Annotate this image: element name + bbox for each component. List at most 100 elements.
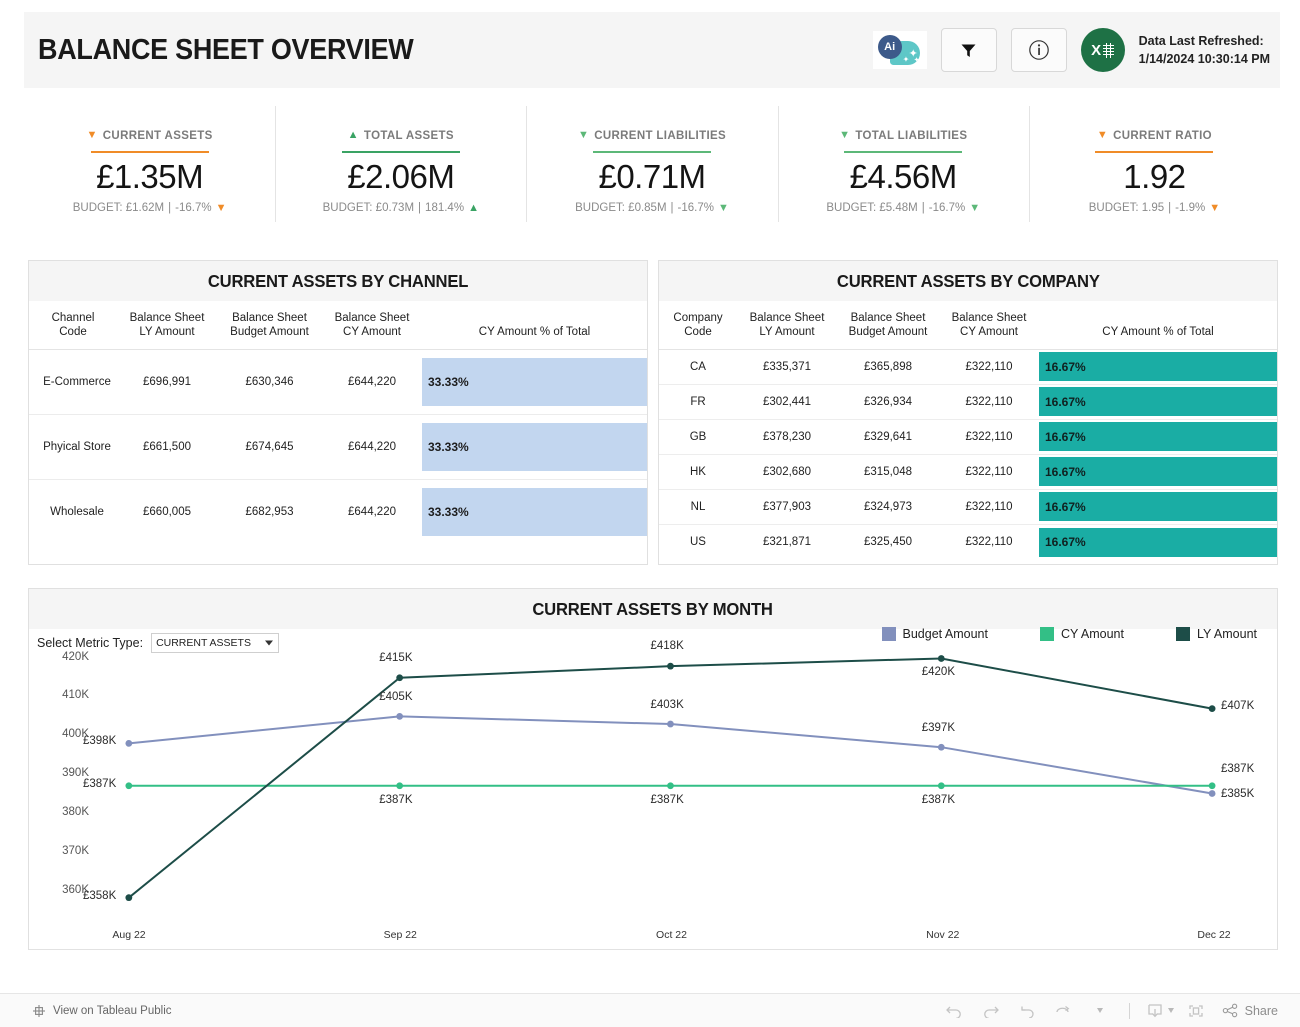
redo-button[interactable] xyxy=(975,998,1007,1024)
legend-label: CY Amount xyxy=(1060,627,1124,641)
table-row[interactable]: Phyical Store £661,500 £674,645 £644,220 33.… xyxy=(29,413,647,480)
chart-legend: Budget Amount CY Amount LY Amount xyxy=(881,627,1257,641)
cell-ly-amount: £321,871 xyxy=(737,523,837,560)
series-point[interactable] xyxy=(667,662,674,670)
pct-bar: 16.67% xyxy=(1039,527,1277,557)
cell-pct-of-total: 16.67% xyxy=(1039,488,1277,525)
legend-item[interactable]: LY Amount xyxy=(1176,627,1257,641)
series-point[interactable] xyxy=(1208,782,1216,790)
table-row[interactable]: GB £378,230 £329,641 £322,110 16.67% xyxy=(659,418,1277,455)
cell-company-code: GB xyxy=(659,418,737,455)
filter-button[interactable] xyxy=(940,28,997,72)
fullscreen-button[interactable] xyxy=(1180,998,1212,1024)
y-axis-tick: 380K xyxy=(62,805,89,818)
kpi-value: £1.35M xyxy=(96,157,204,195)
series-point[interactable] xyxy=(937,743,945,751)
download-button[interactable] xyxy=(1144,998,1176,1024)
cell-channel-code: E-Commerce xyxy=(29,348,117,415)
cell-budget-amount: £324,973 xyxy=(837,488,939,525)
cell-budget-amount: £326,934 xyxy=(837,383,939,420)
info-button[interactable] xyxy=(1010,28,1067,72)
chevron-down-icon xyxy=(1168,1008,1175,1013)
kpi-label: TOTAL ASSETS xyxy=(348,130,454,142)
current-assets-by-channel-panel: CURRENT ASSETS BY CHANNEL Channel Code Bal… xyxy=(28,260,648,565)
share-icon xyxy=(1222,1003,1237,1018)
cell-cy-amount: £644,220 xyxy=(322,413,422,480)
cell-company-code: CA xyxy=(659,348,737,385)
excel-grid-icon xyxy=(1103,42,1115,58)
legend-swatch xyxy=(1039,627,1054,641)
table-row[interactable]: HK £302,680 £315,048 £322,110 16.67% xyxy=(659,453,1277,490)
undo-icon xyxy=(946,1006,961,1018)
refresh-icon xyxy=(1056,1005,1070,1013)
table-row[interactable]: US £321,871 £325,450 £322,110 16.67% xyxy=(659,523,1277,560)
cell-channel-code: Wholesale xyxy=(29,478,117,545)
column-header: CY Amount % of Total xyxy=(478,326,591,339)
series-point[interactable] xyxy=(937,655,945,662)
series-point[interactable] xyxy=(667,720,674,728)
series-point[interactable] xyxy=(396,674,404,682)
kpi-budget: BUDGET: £0.85M xyxy=(575,202,667,215)
table-row[interactable]: Wholesale £660,005 £682,953 £644,220 33.33% xyxy=(29,478,647,545)
kpi-label: TOTAL LIABILITIES xyxy=(839,130,967,142)
column-header: Balance Sheet Budget Amount xyxy=(230,312,309,339)
tableau-link-label: View on Tableau Public xyxy=(53,1004,172,1017)
data-point-label: £405K xyxy=(379,690,413,703)
kpi-budget: BUDGET: £5.48M xyxy=(826,202,918,215)
share-button[interactable]: Share xyxy=(1216,1003,1278,1018)
trend-down-icon xyxy=(839,130,850,141)
funnel-icon xyxy=(961,44,976,57)
kpi-accent-rule xyxy=(1095,150,1214,153)
data-point-label: £403K xyxy=(650,698,684,711)
series-point[interactable] xyxy=(125,894,133,902)
metric-type-select[interactable]: CURRENT ASSETS xyxy=(151,633,280,653)
table-row[interactable]: NL £377,903 £324,973 £322,110 16.67% xyxy=(659,488,1277,525)
series-point[interactable] xyxy=(125,739,133,747)
refresh-label: Data Last Refreshed: xyxy=(1138,33,1264,48)
undo-button[interactable] xyxy=(939,998,971,1024)
refresh-button[interactable] xyxy=(1047,998,1079,1024)
column-header: Company Code xyxy=(673,312,723,339)
cell-company-code: NL xyxy=(659,488,737,525)
kpi-value: £0.71M xyxy=(598,157,706,195)
ai-assistant-icon[interactable]: Ai ✦ ✦ ✦ xyxy=(872,31,927,69)
column-header: Balance Sheet Budget Amount xyxy=(848,312,928,339)
series-point[interactable] xyxy=(667,782,674,790)
series-point[interactable] xyxy=(937,782,945,790)
kpi-delta: -16.7% xyxy=(175,202,212,215)
kpi-delta: -1.9% xyxy=(1175,202,1206,215)
month-panel-header: CURRENT ASSETS BY MONTH xyxy=(29,589,1277,629)
series-point[interactable] xyxy=(1208,705,1216,712)
revert-button[interactable] xyxy=(1011,998,1043,1024)
excel-export-button[interactable]: X xyxy=(1080,28,1125,72)
kpi-accent-rule xyxy=(90,150,209,153)
series-point[interactable] xyxy=(125,782,133,790)
trend-down-icon xyxy=(578,130,589,141)
pct-bar-label: 16.67% xyxy=(1045,429,1086,444)
cell-budget-amount: £365,898 xyxy=(837,348,939,385)
pause-updates-dropdown[interactable] xyxy=(1083,998,1115,1024)
kpi-summary-row: CURRENT ASSETS£1.35MBUDGET: £1.62M|-16.7… xyxy=(24,104,1280,234)
table-row[interactable]: FR £302,441 £326,934 £322,110 16.67% xyxy=(659,383,1277,420)
table-row[interactable]: E-Commerce £696,991 £630,346 £644,220 33.33% xyxy=(29,348,647,415)
series-point[interactable] xyxy=(1208,790,1216,797)
data-point-label: £358K xyxy=(83,890,117,903)
legend-item[interactable]: CY Amount xyxy=(1039,627,1124,641)
view-on-tableau-public-link[interactable]: View on Tableau Public xyxy=(32,1004,172,1018)
chevron-down-icon xyxy=(265,640,274,646)
legend-item[interactable]: Budget Amount xyxy=(881,627,988,641)
cell-budget-amount: £315,048 xyxy=(837,453,939,490)
table-row[interactable]: CA £335,371 £365,898 £322,110 16.67% xyxy=(659,348,1277,385)
series-point[interactable] xyxy=(396,712,404,720)
kpi-card-total-assets: TOTAL ASSETS £2.06M BUDGET: £0.73M|181.4% xyxy=(275,104,526,234)
series-point[interactable] xyxy=(396,782,404,790)
trend-up-icon xyxy=(348,130,359,141)
chart-series-svg xyxy=(125,655,1216,902)
cell-cy-amount: £322,110 xyxy=(939,488,1039,525)
data-point-label: £387K xyxy=(83,777,117,790)
refresh-timestamp: 1/14/2024 10:30:14 PM xyxy=(1138,52,1270,66)
kpi-separator: | xyxy=(670,202,674,215)
kpi-label: CURRENT RATIO xyxy=(1097,130,1212,142)
pct-bar: 16.67% xyxy=(1039,422,1277,452)
y-axis-tick: 410K xyxy=(62,689,89,702)
